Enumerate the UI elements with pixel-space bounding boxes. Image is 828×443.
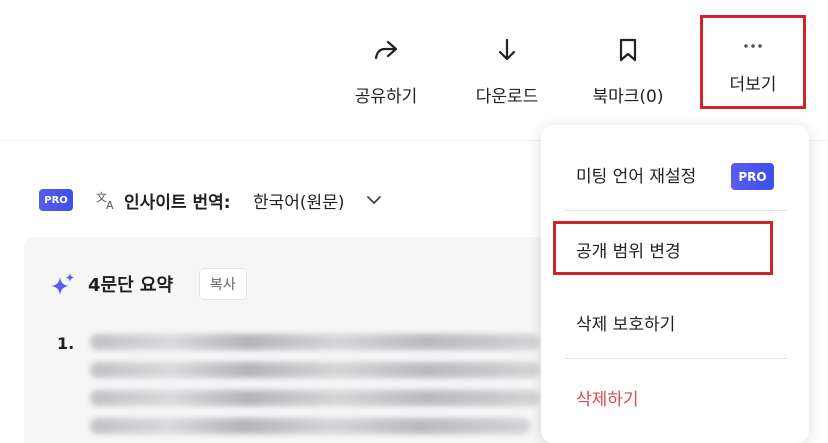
- blurred-text-line: [90, 362, 540, 378]
- download-arrow-icon: [497, 36, 517, 64]
- list-number: 1.: [57, 334, 75, 353]
- menu-item-label: 미팅 언어 재설정: [576, 167, 697, 187]
- menu-item-delete[interactable]: 삭제하기: [541, 368, 809, 428]
- share-button[interactable]: 공유하기: [351, 36, 421, 107]
- bookmark-button[interactable]: 북마크(0): [588, 36, 668, 107]
- blurred-text-line: [90, 334, 540, 350]
- toolbar: 공유하기 다운로드 북마크(0) 더보기: [0, 0, 828, 141]
- bookmark-label: 북마크(0): [592, 87, 664, 107]
- more-label: 더보기: [729, 75, 777, 95]
- menu-item-label: 삭제 보호하기: [576, 315, 676, 335]
- download-button[interactable]: 다운로드: [471, 36, 543, 107]
- summary-title: 4문단 요약: [88, 275, 174, 296]
- translation-label: 인사이트 번역:: [124, 193, 231, 213]
- svg-text:A: A: [106, 199, 114, 211]
- more-button[interactable]: 더보기: [700, 15, 806, 109]
- menu-divider: [565, 358, 787, 359]
- translate-icon: 文 A: [96, 189, 118, 212]
- chevron-down-icon[interactable]: [365, 191, 383, 209]
- translation-language-select[interactable]: 한국어(원문): [253, 188, 344, 213]
- menu-item-reset-meeting-language[interactable]: 미팅 언어 재설정 PRO: [541, 143, 809, 203]
- menu-item-delete-protection[interactable]: 삭제 보호하기: [541, 293, 809, 353]
- menu-item-label: 삭제하기: [576, 390, 639, 410]
- menu-item-label: 공개 범위 변경: [576, 242, 681, 262]
- bookmark-icon: [618, 36, 638, 64]
- menu-item-change-visibility[interactable]: 공개 범위 변경: [553, 221, 773, 275]
- more-menu: 미팅 언어 재설정 PRO 공개 범위 변경 삭제 보호하기 삭제하기: [541, 125, 809, 443]
- share-arrow-icon: [373, 36, 399, 64]
- sparkle-icon: [49, 271, 77, 299]
- pro-badge: PRO: [39, 189, 73, 211]
- blurred-text-line: [90, 390, 540, 406]
- share-label: 공유하기: [354, 87, 418, 107]
- menu-divider: [565, 210, 787, 211]
- pro-badge: PRO: [731, 163, 774, 190]
- download-label: 다운로드: [475, 87, 539, 107]
- more-dots-icon: [743, 36, 763, 56]
- blurred-text-line: [90, 418, 530, 434]
- summary-card: 4문단 요약 복사 1. 브 당 특 t: [24, 237, 584, 443]
- copy-button[interactable]: 복사: [199, 268, 247, 300]
